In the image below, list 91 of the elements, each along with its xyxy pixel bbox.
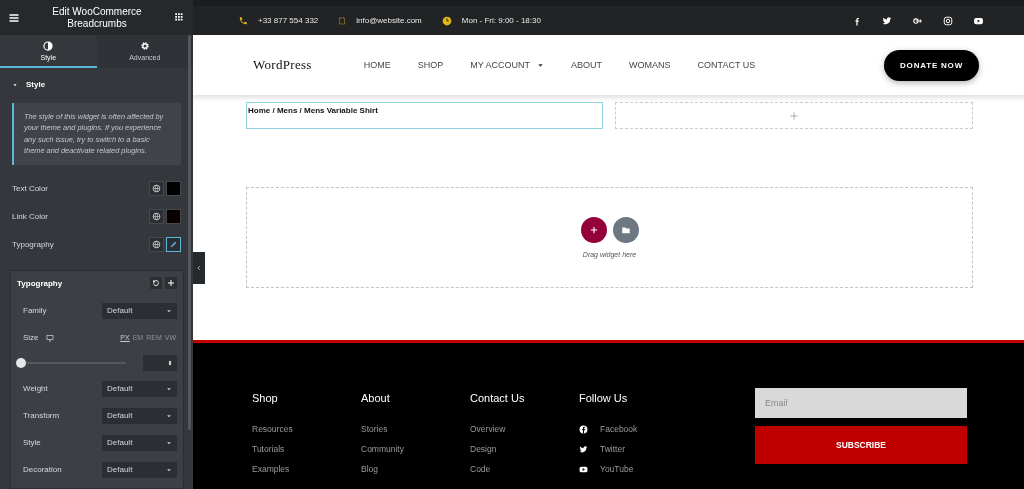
add-button[interactable]: [165, 277, 177, 289]
reset-icon: [152, 279, 160, 287]
chevron-left-icon: [196, 264, 202, 272]
field-label: Transform: [23, 411, 60, 420]
breadcrumb-widget[interactable]: Home / Mens / Mens Variable Shirt: [246, 102, 603, 129]
footer-link[interactable]: Stories: [361, 424, 388, 434]
globe-icon: [152, 212, 161, 222]
select-field[interactable]: Default: [102, 302, 177, 319]
caret-down-icon: [166, 466, 172, 473]
donate-button[interactable]: DONATE NOW: [884, 49, 979, 81]
nav-link[interactable]: HOME: [363, 60, 391, 70]
plus-icon: [167, 279, 175, 287]
footer-heading: Follow Us: [579, 392, 629, 404]
play-icon: [579, 464, 588, 474]
footer-link[interactable]: Code: [470, 464, 491, 474]
footer-link[interactable]: Tutorials: [252, 444, 285, 454]
select-field[interactable]: Default: [102, 380, 177, 397]
bird-icon: [579, 444, 588, 454]
nav-link[interactable]: CONTACT US: [697, 60, 756, 70]
select-field[interactable]: Default: [102, 434, 177, 451]
control-label: Link Color: [12, 212, 48, 222]
panel-title: Edit WooCommerce Breadcrumbs: [51, 6, 143, 29]
bird-icon: [882, 15, 892, 26]
caret-down-icon: [166, 439, 172, 446]
color-swatch[interactable]: [166, 181, 181, 197]
caret-down-icon: [166, 412, 172, 419]
nav-link[interactable]: SHOP: [417, 60, 444, 70]
email-field[interactable]: Email: [755, 388, 967, 418]
grid-icon: [174, 12, 185, 23]
field-label: Size: [23, 333, 39, 342]
globe-icon: [152, 184, 161, 194]
footer-link[interactable]: Twitter: [600, 444, 626, 454]
field-label: Family: [23, 306, 47, 315]
collapse-handle[interactable]: [193, 252, 205, 284]
contact-text: +33 877 554 332: [258, 16, 319, 25]
edit-button[interactable]: [166, 237, 181, 253]
footer-link[interactable]: Resources: [252, 424, 293, 434]
field-label: Weight: [23, 384, 48, 393]
number-field[interactable]: [143, 355, 177, 371]
stepper-icon: [167, 359, 173, 367]
footer-link[interactable]: Examples: [252, 464, 290, 474]
section-title[interactable]: Style: [26, 80, 46, 89]
control-label: Text Color: [12, 184, 48, 194]
google-plus-icon: [912, 15, 923, 26]
nav-link[interactable]: WOMANS: [629, 60, 671, 70]
footer-link[interactable]: Design: [470, 444, 497, 454]
pencil-icon: [169, 240, 178, 250]
globe-icon: [152, 240, 161, 250]
color-swatch[interactable]: [166, 209, 181, 225]
slider-thumb[interactable]: [16, 358, 26, 368]
nav-link[interactable]: ABOUT: [571, 60, 603, 70]
field-label: Style: [23, 438, 41, 447]
template-button[interactable]: [612, 217, 639, 243]
desktop-icon: [45, 333, 54, 342]
phone-icon: [238, 15, 248, 26]
gear-icon: [139, 40, 150, 51]
facebook-icon: [579, 424, 588, 434]
global-button[interactable]: [149, 237, 164, 253]
caret-down-icon: [166, 385, 172, 392]
folder-icon: [620, 225, 631, 235]
popover-title: Typography: [17, 278, 63, 288]
select-field[interactable]: Default: [102, 461, 177, 478]
footer-heading: Shop: [252, 392, 279, 404]
caret-down-icon: [166, 307, 172, 314]
select-field[interactable]: Default: [102, 407, 177, 424]
global-button[interactable]: [149, 209, 164, 225]
subscribe-button[interactable]: SUBSCRIBE: [755, 426, 967, 464]
plus-icon: [789, 110, 799, 121]
menu-icon: [8, 11, 20, 24]
footer-link[interactable]: Overview: [470, 424, 506, 434]
footer-link[interactable]: Community: [361, 444, 404, 454]
footer-link[interactable]: Facebook: [600, 424, 638, 434]
control-label: Typography: [12, 240, 54, 250]
footer-link[interactable]: YouTube: [600, 464, 634, 474]
reset-button[interactable]: [150, 277, 162, 289]
footer-link[interactable]: Blog: [361, 464, 378, 474]
plus-icon: [588, 225, 599, 235]
contact-text: info@website.com: [356, 16, 422, 25]
camera-icon: [943, 15, 953, 26]
global-button[interactable]: [149, 181, 164, 197]
clock-icon: [441, 15, 452, 26]
add-section-button[interactable]: [580, 217, 607, 243]
footer-heading: Contact Us: [470, 392, 526, 404]
contact-text: Mon - Fri: 9:00 - 18:30: [461, 16, 541, 25]
play-icon: [973, 15, 984, 26]
footer-heading: About: [361, 392, 391, 404]
site-logo[interactable]: WordPress: [253, 57, 312, 73]
facebook-icon: [852, 15, 862, 26]
field-label: Decoration: [23, 465, 62, 474]
contrast-icon: [43, 40, 54, 51]
nav-link[interactable]: MY ACCOUNT: [470, 60, 545, 70]
